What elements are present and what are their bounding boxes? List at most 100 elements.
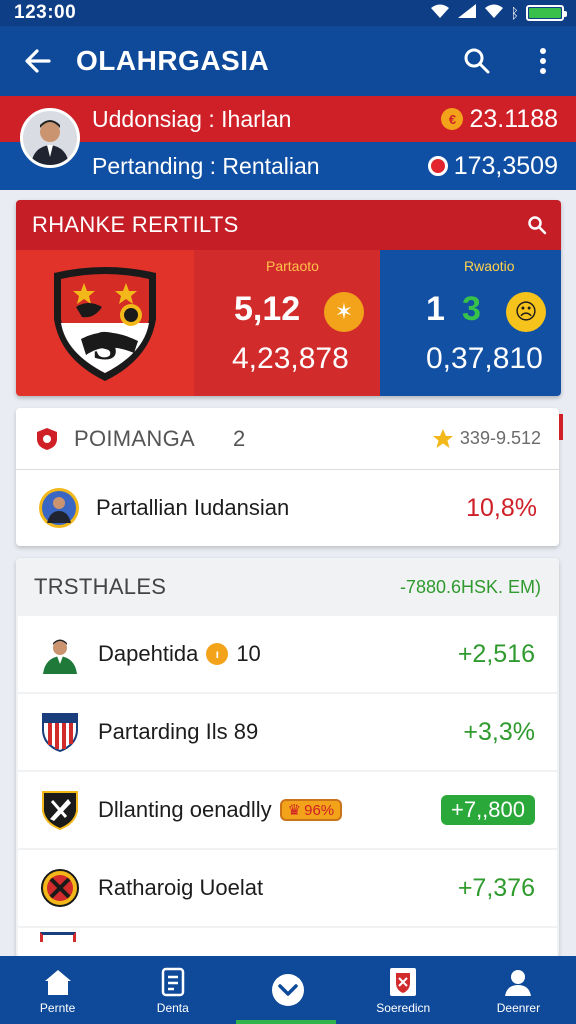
position-header: POIMANGA 2 339-9.512	[16, 408, 559, 470]
away-total: 0,37,810	[426, 342, 543, 375]
trophy-badge-icon: ✶	[324, 292, 364, 332]
bottom-nav: Pernte Denta Soeredicn Deenrer	[0, 956, 576, 1024]
transfer-name-wrap: Dapehtida ı 10	[98, 641, 458, 667]
wifi-secondary-icon	[484, 3, 504, 23]
transfer-value-pill: +7,,800	[440, 795, 535, 825]
position-player-name: Partallian Iudansian	[96, 495, 290, 520]
banner-secondary-text: Pertanding : Rentalian	[92, 152, 320, 179]
bluetooth-icon: ᛒ	[510, 5, 519, 21]
away-score-a: 1	[426, 290, 445, 328]
signal-icon	[457, 3, 477, 23]
transfer-name-wrap: Dllanting oenadlly ♛ 96%	[98, 797, 441, 823]
highlight-marker	[559, 414, 563, 440]
rankings-home-column: Partaoto 5,12 ✶ 4,23,878	[194, 250, 380, 396]
app-bar: OLAHRGASIA	[0, 26, 576, 96]
more-menu-button[interactable]	[510, 47, 576, 75]
banner-secondary-value-wrap: 173,3509	[427, 151, 558, 181]
rankings-card[interactable]: RHANKE RERTILTS S Partaoto 5,12 ✶ 4,23,8…	[16, 200, 561, 396]
banner-row-primary: Uddonsiag : Iharlan € 23.1188	[0, 96, 576, 142]
position-label: POIMANGA	[74, 425, 195, 451]
trophy-icon: ♛	[287, 802, 302, 819]
nav-data-label: Denta	[156, 1000, 189, 1015]
transfer-name-wrap: Partarding Ils 89	[98, 719, 463, 745]
club-icon	[388, 966, 418, 998]
banner-primary-text: Uddonsiag : Iharlan	[92, 105, 292, 132]
list-item-partial[interactable]	[18, 928, 557, 958]
status-icons: ᛒ	[430, 3, 567, 23]
transfer-name: Ratharoig Uoelat	[98, 875, 264, 900]
nav-profile[interactable]: Deenrer	[461, 956, 576, 1024]
status-bar: 123:00 ᛒ	[0, 0, 576, 26]
away-score-b: 3	[462, 290, 481, 328]
list-item[interactable]: Dllanting oenadlly ♛ 96% +7,,800	[18, 772, 557, 848]
nav-profile-label: Deenrer	[496, 1000, 541, 1015]
position-rating: 339-9.512	[459, 428, 541, 448]
club-badge-icon	[40, 868, 80, 908]
club-shield-icon	[40, 712, 80, 753]
home-label: Partaoto	[266, 258, 319, 274]
nav-center[interactable]	[230, 956, 345, 1024]
chevron-down-icon	[271, 974, 305, 1006]
coin-icon: ı	[206, 643, 229, 665]
position-player-row[interactable]: Partallian Iudansian 10,8%	[16, 470, 559, 546]
home-total: 4,23,878	[232, 342, 349, 375]
rankings-header: RHANKE RERTILTS	[16, 200, 561, 250]
battery-icon	[526, 5, 567, 21]
nav-home-label: Pernte	[39, 1000, 76, 1015]
transfer-name: Dapehtida	[98, 641, 199, 666]
banner-row-secondary: Pertanding : Rentalian 173,3509	[0, 142, 576, 190]
transfers-title: TRSTHALES	[34, 574, 167, 599]
transfers-header-value: -7880.6HSK. EM)	[399, 576, 541, 597]
match-banner[interactable]: Uddonsiag : Iharlan € 23.1188 Pertanding…	[0, 96, 576, 190]
clock: 123:00	[14, 2, 77, 23]
away-label: Rwaotio	[464, 258, 515, 274]
shield-icon	[37, 427, 57, 450]
transfer-value: +2,516	[457, 639, 535, 668]
position-card[interactable]: POIMANGA 2 339-9.512 Partallian Iudansia…	[16, 408, 563, 546]
emoji-badge-icon: ☹	[506, 292, 546, 332]
nav-club[interactable]: Soeredicn	[346, 956, 461, 1024]
home-icon	[43, 966, 73, 998]
rankings-title: RHANKE RERTILTS	[32, 212, 239, 237]
transfers-card: TRSTHALES -7880.6HSK. EM) Dapehtida ı 10…	[16, 558, 559, 958]
club-crest-icon: S	[54, 267, 156, 381]
club-logo-area: S	[16, 250, 194, 396]
back-button[interactable]	[0, 46, 76, 76]
player-avatar-icon	[39, 488, 79, 528]
person-photo-icon	[23, 111, 77, 165]
wifi-icon	[430, 3, 450, 23]
nav-data[interactable]: Denta	[115, 956, 230, 1024]
transfer-name-wrap: Ratharoig Uoelat	[98, 875, 458, 901]
transfer-value: +3,3%	[463, 717, 535, 746]
search-button[interactable]	[444, 47, 510, 75]
list-item[interactable]: Ratharoig Uoelat +7,376	[18, 850, 557, 926]
player-photo-icon	[40, 634, 80, 674]
banner-secondary-value: 173,3509	[453, 151, 558, 180]
coin-icon: €	[441, 108, 464, 130]
home-score: 5,12	[234, 290, 301, 328]
record-icon	[427, 156, 448, 176]
stats-icon	[161, 966, 185, 998]
transfer-value: +7,376	[457, 873, 535, 902]
page-title: OLAHRGASIA	[76, 45, 270, 76]
nav-home[interactable]: Pernte	[0, 956, 115, 1024]
transfer-name: Dllanting oenadlly	[98, 797, 272, 822]
star-icon	[432, 428, 453, 448]
svg-text:S: S	[92, 326, 118, 368]
transfer-badge: 96%	[304, 801, 335, 819]
arrow-left-icon	[25, 49, 51, 73]
list-item[interactable]: Dapehtida ı 10 +2,516	[18, 616, 557, 692]
club-shield-icon	[40, 932, 76, 942]
transfer-badge: 10	[236, 641, 261, 666]
search-icon	[464, 48, 490, 74]
rankings-away-column: Rwaotio 1 3 ☹ 0,37,810	[380, 250, 561, 396]
transfer-name: Partarding Ils 89	[98, 719, 259, 744]
percent-badge: ♛ 96%	[279, 799, 343, 821]
profile-icon	[503, 966, 533, 998]
more-vertical-icon	[540, 48, 546, 74]
avatar[interactable]	[20, 108, 80, 168]
banner-primary-value-wrap: € 23.1188	[441, 105, 558, 134]
transfers-header: TRSTHALES -7880.6HSK. EM)	[16, 558, 559, 616]
list-item[interactable]: Partarding Ils 89 +3,3%	[18, 694, 557, 770]
search-icon[interactable]	[527, 215, 547, 235]
